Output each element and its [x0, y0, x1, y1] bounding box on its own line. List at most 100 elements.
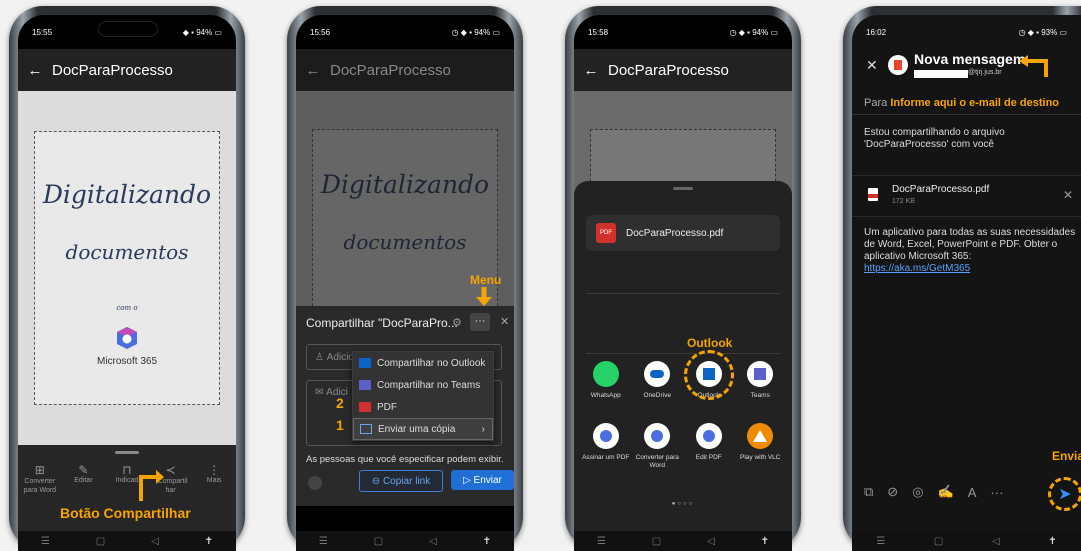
- divider: [586, 353, 780, 354]
- teams-icon: [747, 361, 774, 387]
- pencil-icon: ✎: [78, 463, 89, 477]
- app-sign-pdf[interactable]: Assinar um PDF: [581, 423, 631, 470]
- outlook-icon: [359, 358, 371, 368]
- app-whatsapp[interactable]: WhatsApp: [581, 361, 631, 399]
- status-icons: ◆ ▪ 94% ▭: [182, 27, 222, 37]
- nav-menu-icon[interactable]: ☰: [876, 536, 885, 547]
- send-icon[interactable]: ➤: [1058, 484, 1071, 504]
- menu-item-send-copy[interactable]: Enviar uma cópia ›: [353, 418, 493, 440]
- accessibility-icon[interactable]: ✝: [761, 536, 769, 547]
- nav-home-icon[interactable]: ▢: [96, 536, 105, 547]
- attach-file-icon[interactable]: ⧉: [864, 484, 873, 500]
- nav-home-icon[interactable]: ▢: [652, 536, 661, 547]
- arrow-annotation: [139, 470, 164, 501]
- menu-item-teams[interactable]: Compartilhar no Teams: [353, 374, 493, 396]
- to-field-annotation: Informe aqui o e-mail de destino: [890, 97, 1060, 109]
- camera-icon[interactable]: ◎: [912, 484, 923, 500]
- status-icons: ◷ ◆ ▪ 94% ▭: [729, 27, 778, 37]
- app-row-2: Assinar um PDF Converter para Word Edit …: [574, 423, 792, 470]
- app-teams[interactable]: Teams: [735, 361, 785, 399]
- menu-item-outlook[interactable]: Compartilhar no Outlook: [353, 352, 493, 374]
- lock-icon: [308, 476, 322, 490]
- text-format-icon[interactable]: A: [968, 485, 977, 500]
- back-arrow-icon[interactable]: ←: [574, 62, 608, 79]
- app-label: Teams: [750, 392, 770, 399]
- m365-icon: [695, 423, 722, 449]
- screen-3: 15:58 ◷ ◆ ▪ 94% ▭ ← DocParaProcesso PDF …: [574, 15, 792, 551]
- accessibility-icon[interactable]: ✝: [205, 536, 213, 547]
- signature-icon[interactable]: ✍: [938, 484, 954, 500]
- whatsapp-icon: [592, 361, 619, 387]
- app-outlook[interactable]: Outlook: [683, 350, 734, 400]
- toolbar-more[interactable]: ⋮ Mais: [193, 463, 235, 495]
- message-intro[interactable]: Estou compartilhando o arquivo 'DocParaP…: [864, 127, 1073, 151]
- document-viewer[interactable]: Digitalizando documentos com o Microsoft…: [18, 91, 236, 445]
- doc-subheading: documentos: [65, 240, 189, 264]
- drag-handle[interactable]: [115, 451, 139, 454]
- copy-link-button[interactable]: ⊖ Copiar link: [359, 470, 443, 492]
- accessibility-icon[interactable]: ✝: [483, 536, 491, 547]
- settings-gear-icon[interactable]: ⚙: [452, 316, 462, 329]
- app-bar: ← DocParaProcesso: [18, 49, 236, 91]
- nav-back-icon[interactable]: ◁: [429, 536, 437, 547]
- close-icon[interactable]: ✕: [866, 57, 878, 74]
- phone-3: 15:58 ◷ ◆ ▪ 94% ▭ ← DocParaProcesso PDF …: [565, 6, 801, 551]
- status-time: 16:02: [866, 27, 887, 37]
- compose-toolbar: ⧉ ⊘ ◎ ✍ A ···: [852, 477, 1081, 507]
- accessibility-icon[interactable]: ✝: [1048, 536, 1056, 547]
- remove-attachment-icon[interactable]: ✕: [1063, 188, 1073, 202]
- account-domain[interactable]: @tjrj.jus.br: [968, 69, 1002, 76]
- doc-brand: Microsoft 365: [96, 356, 158, 367]
- close-icon[interactable]: ✕: [500, 315, 509, 328]
- to-field[interactable]: Para Informe aqui o e-mail de destino: [852, 91, 1081, 115]
- attachment-name: DocParaProcesso.pdf: [892, 184, 990, 195]
- menu-item-label: Enviar uma cópia: [378, 423, 456, 435]
- back-arrow-icon[interactable]: ←: [296, 62, 330, 79]
- nav-back-icon[interactable]: ◁: [707, 536, 715, 547]
- send-button[interactable]: ▷ Enviar: [451, 470, 514, 490]
- nav-bar: ☰ ▢ ◁ ✝: [574, 531, 792, 551]
- app-onedrive[interactable]: OneDrive: [632, 361, 682, 399]
- toolbar-label: Editar: [74, 477, 93, 484]
- nav-menu-icon[interactable]: ☰: [41, 536, 50, 547]
- drag-handle[interactable]: [673, 187, 693, 190]
- phone-2: 15:56 ◷ ◆ ▪ 94% ▭ ← DocParaProcesso Digi…: [287, 6, 523, 551]
- more-vertical-icon: ⋮: [208, 463, 221, 477]
- m365-link[interactable]: https://aka.ms/GetM365: [864, 263, 970, 274]
- attachment-card[interactable]: DocParaProcesso.pdf 172 KB ✕: [852, 175, 1081, 217]
- send-annotation: Enviar: [1052, 449, 1081, 463]
- camera-notch: [98, 21, 158, 37]
- menu-item-label: Compartilhar no Outlook: [377, 357, 486, 369]
- menu-item-label: Compartilhar no Teams: [377, 379, 481, 391]
- status-icons: ◷ ◆ ▪ 93% ▭: [1018, 27, 1067, 37]
- toolbar-convert-word[interactable]: ⊞ Converter para Word: [19, 463, 61, 495]
- status-bar: 15:58 ◷ ◆ ▪ 94% ▭: [574, 15, 792, 49]
- nav-menu-icon[interactable]: ☰: [597, 536, 606, 547]
- app-edit-pdf[interactable]: Edit PDF: [684, 423, 734, 470]
- toolbar-label: Mais: [206, 477, 222, 484]
- more-options-icon[interactable]: ···: [470, 313, 490, 331]
- toolbar-edit[interactable]: ✎ Editar: [62, 463, 104, 495]
- office-avatar-icon: [888, 55, 908, 75]
- nav-home-icon[interactable]: ▢: [934, 536, 943, 547]
- message-footer[interactable]: Um aplicativo para todas as suas necessi…: [864, 227, 1077, 275]
- nav-home-icon[interactable]: ▢: [374, 536, 383, 547]
- pdf-icon: PDF: [596, 223, 616, 243]
- nav-menu-icon[interactable]: ☰: [319, 536, 328, 547]
- link-icon: ⊖: [371, 475, 383, 487]
- toolbar-label: Converter para Word: [23, 478, 57, 494]
- step-marker-2: 2: [336, 395, 344, 411]
- nav-back-icon[interactable]: ◁: [992, 536, 1000, 547]
- app-convert-word[interactable]: Converter para Word: [632, 423, 682, 470]
- page-indicator[interactable]: ●○○○: [574, 501, 792, 507]
- more-horizontal-icon[interactable]: ···: [990, 485, 1003, 500]
- menu-item-pdf[interactable]: PDF: [353, 396, 493, 418]
- doc-heading: Digitalizando: [42, 180, 212, 209]
- app-vlc[interactable]: Play with VLC: [735, 423, 785, 470]
- back-arrow-icon[interactable]: ←: [18, 62, 52, 79]
- nav-back-icon[interactable]: ◁: [151, 536, 159, 547]
- send-label: Enviar: [473, 474, 502, 486]
- m365-icon: [644, 423, 671, 449]
- paperclip-icon[interactable]: ⊘: [887, 484, 898, 500]
- vlc-icon: [747, 423, 774, 449]
